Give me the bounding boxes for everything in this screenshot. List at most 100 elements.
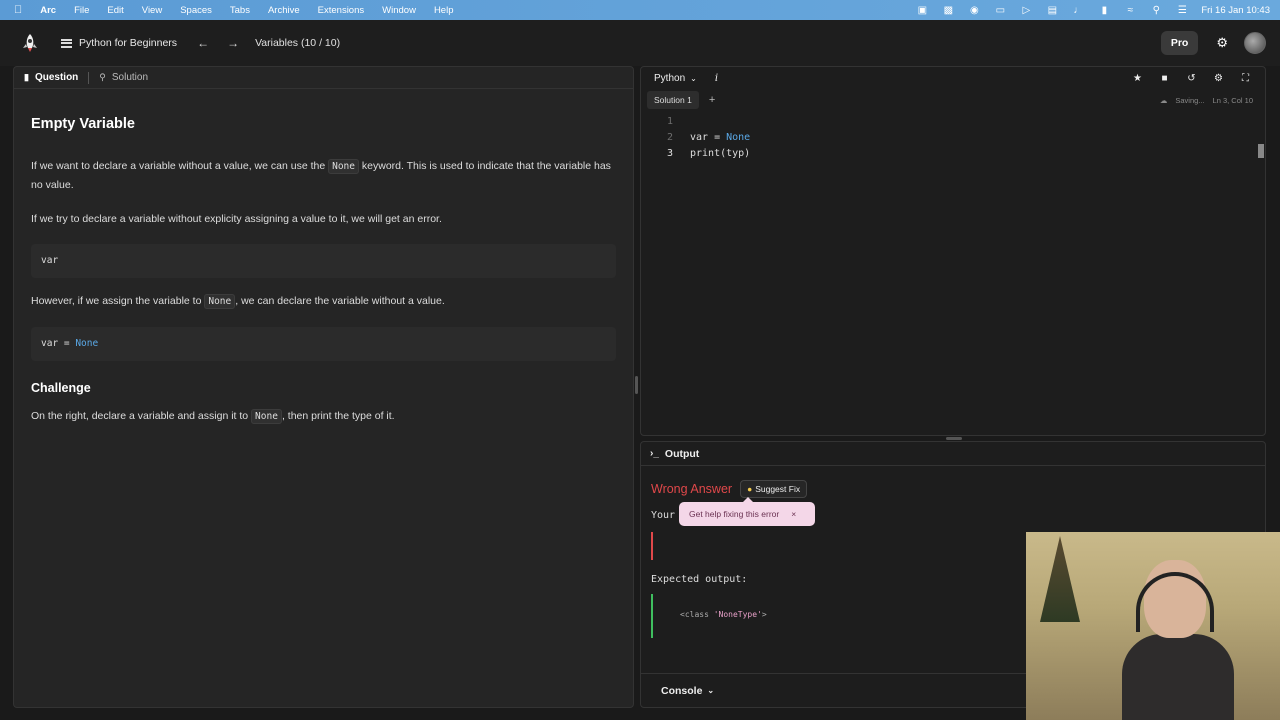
- tab-question[interactable]: ▮ Question: [24, 72, 78, 83]
- code-area[interactable]: 1 2 var = None 3 print(typ): [641, 111, 1265, 161]
- menu-spaces[interactable]: Spaces: [171, 5, 221, 16]
- challenge-heading: Challenge: [31, 381, 91, 395]
- p3-text: However, if we assign the variable to: [31, 295, 205, 307]
- headphones-icon[interactable]: ♩: [1065, 5, 1091, 16]
- lesson-heading: Empty Variable: [31, 116, 135, 132]
- menu-extensions[interactable]: Extensions: [309, 5, 373, 16]
- settings-icon[interactable]: ⚙: [1205, 73, 1232, 84]
- code-line[interactable]: 3 print(typ): [641, 145, 1265, 161]
- record-icon[interactable]: ▩: [935, 5, 961, 16]
- menu-icon: [61, 38, 72, 48]
- tab-solution-label: Solution: [111, 72, 149, 83]
- arrow-left-icon[interactable]: ←: [197, 36, 209, 50]
- lightbulb-icon: ●: [747, 484, 753, 494]
- suggest-fix-label: Suggest Fix: [755, 484, 801, 494]
- terminal-icon: ›_: [650, 448, 659, 459]
- p1-text: If we want to declare a variable without…: [31, 160, 329, 172]
- line-text: var =: [690, 131, 727, 143]
- close-icon[interactable]: ×: [791, 509, 796, 519]
- menu-window[interactable]: Window: [373, 5, 425, 16]
- chevron-down-icon: ⌄: [690, 73, 697, 83]
- line-content: print(typ): [690, 147, 751, 159]
- line-number: 3: [666, 147, 673, 159]
- output-header: ›_ Output: [641, 442, 1265, 466]
- add-tab-button[interactable]: +: [709, 94, 715, 106]
- tab-solution-1[interactable]: Solution 1: [647, 91, 699, 109]
- editor-toolbar: Python ⌄ i ★ ■ ↺ ⚙ ⛶: [641, 67, 1265, 89]
- editor-tools: ★ ■ ↺ ⚙ ⛶: [1124, 73, 1259, 84]
- inline-code-none: None: [328, 159, 359, 174]
- challenge-text-start: On the right, declare a variable and ass…: [31, 410, 252, 422]
- code-block-1: var: [31, 244, 616, 278]
- menu-file[interactable]: File: [65, 5, 98, 16]
- result-row: Wrong Answer ● Suggest Fix: [651, 480, 1265, 498]
- rocket-logo-icon[interactable]: [21, 34, 39, 52]
- trash-icon[interactable]: ■: [1151, 73, 1178, 84]
- screen-share-icon[interactable]: ▣: [909, 5, 935, 16]
- menu-edit[interactable]: Edit: [98, 5, 132, 16]
- p3-text-end: , we can declare the variable without a …: [235, 295, 445, 307]
- menu-archive[interactable]: Archive: [259, 5, 309, 16]
- chevron-down-icon: ⌄: [707, 686, 715, 695]
- apple-icon[interactable]: : [0, 4, 31, 16]
- wifi-icon[interactable]: ≈: [1117, 5, 1143, 16]
- paragraph-2: If we try to declare a variable without …: [31, 213, 442, 225]
- language-select[interactable]: Python ⌄: [654, 73, 697, 84]
- lesson-title: Variables (10 / 10): [255, 37, 341, 49]
- your-output-bar: [651, 532, 653, 560]
- tooltip-text: Get help fixing this error: [689, 509, 780, 519]
- display-icon[interactable]: ▭: [987, 5, 1013, 16]
- inline-code-none: None: [204, 294, 236, 309]
- pro-button[interactable]: Pro: [1160, 31, 1199, 55]
- line-number: 1: [666, 115, 673, 127]
- control-center-icon[interactable]: ☰: [1169, 5, 1195, 16]
- bug-icon[interactable]: ★: [1124, 73, 1151, 84]
- output-resize-handle[interactable]: [946, 437, 962, 440]
- search-icon[interactable]: ⚲: [1143, 5, 1169, 16]
- tab-solution[interactable]: ⚲ Solution: [99, 72, 148, 83]
- menu-view[interactable]: View: [133, 5, 171, 16]
- expected-pre: <class: [680, 610, 714, 619]
- saving-status: Saving...: [1175, 95, 1205, 105]
- webcam-overlay: [1026, 532, 1280, 720]
- lightbulb-icon: ⚲: [99, 72, 106, 82]
- app-header: Python for Beginners ← → Variables (10 /…: [0, 20, 1280, 66]
- document-icon: ▮: [24, 72, 29, 82]
- clock[interactable]: Fri 16 Jan 10:43: [1195, 5, 1280, 16]
- challenge-text: On the right, declare a variable and ass…: [31, 407, 616, 426]
- arrow-right-icon[interactable]: →: [227, 36, 239, 50]
- paragraph-3: However, if we assign the variable to No…: [31, 292, 616, 311]
- panel-resize-handle[interactable]: [635, 376, 638, 394]
- monitor-icon[interactable]: ▤: [1039, 5, 1065, 16]
- line-number: 2: [666, 131, 673, 143]
- person-image: [1122, 560, 1234, 720]
- line-content: var = None: [690, 132, 750, 143]
- code-line[interactable]: 1: [641, 113, 1265, 129]
- editor-scrollbar[interactable]: [1258, 144, 1264, 158]
- info-icon[interactable]: i: [715, 73, 718, 84]
- fullscreen-icon[interactable]: ⛶: [1232, 73, 1259, 84]
- reset-icon[interactable]: ↺: [1178, 73, 1205, 84]
- suggest-fix-button[interactable]: ● Suggest Fix: [740, 480, 808, 498]
- course-title: Python for Beginners: [79, 37, 178, 49]
- menu-help[interactable]: Help: [425, 5, 463, 16]
- code-block-1-text: var: [41, 255, 59, 266]
- result-status: Wrong Answer: [651, 482, 733, 496]
- course-menu-button[interactable]: Python for Beginners: [61, 37, 177, 49]
- battery-icon[interactable]: ▮: [1091, 5, 1117, 16]
- expected-output-label: Expected output:: [651, 574, 748, 585]
- paragraph-1: If we want to declare a variable without…: [31, 157, 616, 194]
- menu-app[interactable]: Arc: [31, 5, 65, 16]
- expected-string: 'NoneType': [713, 610, 762, 619]
- menu-tabs[interactable]: Tabs: [221, 5, 259, 16]
- avatar[interactable]: [1244, 32, 1266, 54]
- media-icon[interactable]: ◉: [961, 5, 987, 16]
- status-tray: ▣ ▩ ◉ ▭ ▷ ▤ ♩ ▮ ≈ ⚲ ☰ Fri 16 Jan 10:43: [909, 5, 1280, 16]
- lesson-content: Empty Variable If we want to declare a v…: [14, 89, 633, 462]
- gear-icon[interactable]: ⚙: [1216, 35, 1228, 51]
- christmas-tree-image: [1040, 536, 1080, 622]
- play-icon[interactable]: ▷: [1013, 5, 1039, 16]
- expected-post: >: [761, 610, 767, 619]
- code-block-2-keyword: None: [75, 338, 99, 349]
- code-line[interactable]: 2 var = None: [641, 129, 1265, 145]
